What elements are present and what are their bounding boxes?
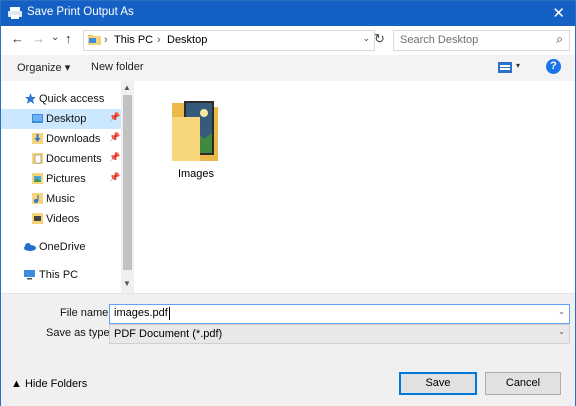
save-as-type-value: PDF Document (*.pdf) <box>114 328 223 340</box>
sidebar-item-pictures[interactable]: Pictures 📌 <box>1 169 121 189</box>
sidebar-item-downloads[interactable]: Downloads 📌 <box>1 129 121 149</box>
file-name-label: File name: <box>60 307 112 319</box>
sidebar-scrollbar[interactable]: ▲ ▼ <box>121 81 134 293</box>
chevron-down-icon[interactable]: ⌄ <box>558 307 565 316</box>
folder-item[interactable]: Images <box>164 97 228 180</box>
save-button[interactable]: Save <box>399 372 477 395</box>
sidebar-item-quick-access[interactable]: Quick access <box>1 89 121 109</box>
pc-icon <box>24 270 35 280</box>
folder-icon <box>172 101 218 161</box>
sidebar-item-music[interactable]: Music <box>1 189 121 209</box>
view-options-icon[interactable] <box>498 62 512 73</box>
title-bar: Save Print Output As ✕ <box>1 1 575 26</box>
folder-item-label: Images <box>177 168 215 180</box>
chevron-down-icon[interactable]: ⌄ <box>558 327 565 336</box>
save-dialog: Save Print Output As ✕ ← → ⌄ ↑ › This PC… <box>0 0 576 406</box>
sidebar-item-label: Desktop <box>46 113 87 125</box>
back-arrow-icon[interactable]: ← <box>11 31 24 46</box>
sidebar-item-videos[interactable]: Videos <box>1 209 121 229</box>
pin-icon[interactable]: 📌 <box>109 172 120 183</box>
pin-icon[interactable]: 📌 <box>109 132 120 143</box>
cancel-button[interactable]: Cancel <box>485 372 561 395</box>
desktop-icon <box>32 114 43 123</box>
sidebar-item-desktop[interactable]: Desktop 📌 <box>1 109 121 129</box>
file-name-value: images.pdf <box>114 307 168 319</box>
search-placeholder: Search Desktop <box>400 34 479 46</box>
pictures-icon <box>32 173 43 184</box>
save-as-type-label: Save as type: <box>46 327 113 339</box>
view-dropdown-icon[interactable]: ▾ <box>516 61 520 70</box>
search-input[interactable]: Search Desktop ⌕ <box>393 30 570 51</box>
scroll-down-icon[interactable]: ▼ <box>123 279 131 288</box>
sidebar-item-label: Downloads <box>46 133 101 145</box>
sidebar-item-documents[interactable]: Documents 📌 <box>1 149 121 169</box>
text-caret <box>169 307 170 320</box>
scrollbar-thumb[interactable] <box>123 95 132 270</box>
sidebar-item-label: Music <box>46 193 75 205</box>
sidebar-item-label: Quick access <box>39 93 105 105</box>
documents-icon <box>32 153 43 164</box>
sidebar-item-label: Videos <box>46 213 80 225</box>
sidebar-item-label: This PC <box>39 269 79 281</box>
command-bar: Organize ▾ New folder ▾ ? <box>1 55 575 81</box>
save-as-type-select[interactable]: PDF Document (*.pdf) ⌄ <box>109 324 570 344</box>
music-icon <box>32 193 43 204</box>
folder-icon <box>88 35 101 45</box>
printer-icon <box>8 7 22 19</box>
organize-button[interactable]: Organize ▾ <box>17 61 70 74</box>
file-name-field[interactable]: images.pdf ⌄ <box>109 304 570 324</box>
file-list: Images <box>134 81 575 293</box>
breadcrumb-this-pc[interactable]: This PC <box>114 34 153 46</box>
save-form: File name: images.pdf ⌄ Save as type: PD… <box>1 293 575 406</box>
pin-icon[interactable]: 📌 <box>109 112 120 123</box>
chevron-right-icon: › <box>104 34 108 46</box>
sidebar-item-label: OneDrive <box>39 241 86 253</box>
recent-locations-icon[interactable]: ⌄ <box>51 32 59 43</box>
address-bar[interactable]: › This PC › Desktop ⌄ <box>83 30 375 51</box>
star-icon <box>25 93 36 104</box>
new-folder-button[interactable]: New folder <box>91 61 144 73</box>
help-icon[interactable]: ? <box>546 59 561 74</box>
navigation-pane: Quick access Desktop 📌 Downloads 📌 Docum… <box>1 81 134 293</box>
sidebar-item-this-pc[interactable]: This PC <box>1 265 121 285</box>
sidebar-item-onedrive[interactable]: OneDrive <box>1 237 121 257</box>
address-row: ← → ⌄ ↑ › This PC › Desktop ⌄ ↻ Search D… <box>1 28 575 52</box>
sidebar-item-label: Documents <box>46 153 102 165</box>
downloads-icon <box>32 133 43 144</box>
scroll-up-icon[interactable]: ▲ <box>123 83 131 92</box>
forward-arrow-icon[interactable]: → <box>32 31 45 46</box>
chevron-down-icon[interactable]: ⌄ <box>362 33 370 44</box>
pin-icon[interactable]: 📌 <box>109 152 120 163</box>
chevron-right-icon: › <box>157 34 161 46</box>
search-icon: ⌕ <box>556 32 563 46</box>
onedrive-icon <box>24 243 36 251</box>
up-arrow-icon[interactable]: ↑ <box>65 31 72 46</box>
breadcrumb-desktop[interactable]: Desktop <box>167 34 207 46</box>
hide-folders-button[interactable]: ▲ Hide Folders <box>11 378 87 390</box>
sidebar-item-label: Pictures <box>46 173 86 185</box>
close-icon[interactable]: ✕ <box>552 4 565 22</box>
window-title: Save Print Output As <box>27 6 134 18</box>
videos-icon <box>32 213 43 224</box>
refresh-icon[interactable]: ↻ <box>374 31 385 47</box>
